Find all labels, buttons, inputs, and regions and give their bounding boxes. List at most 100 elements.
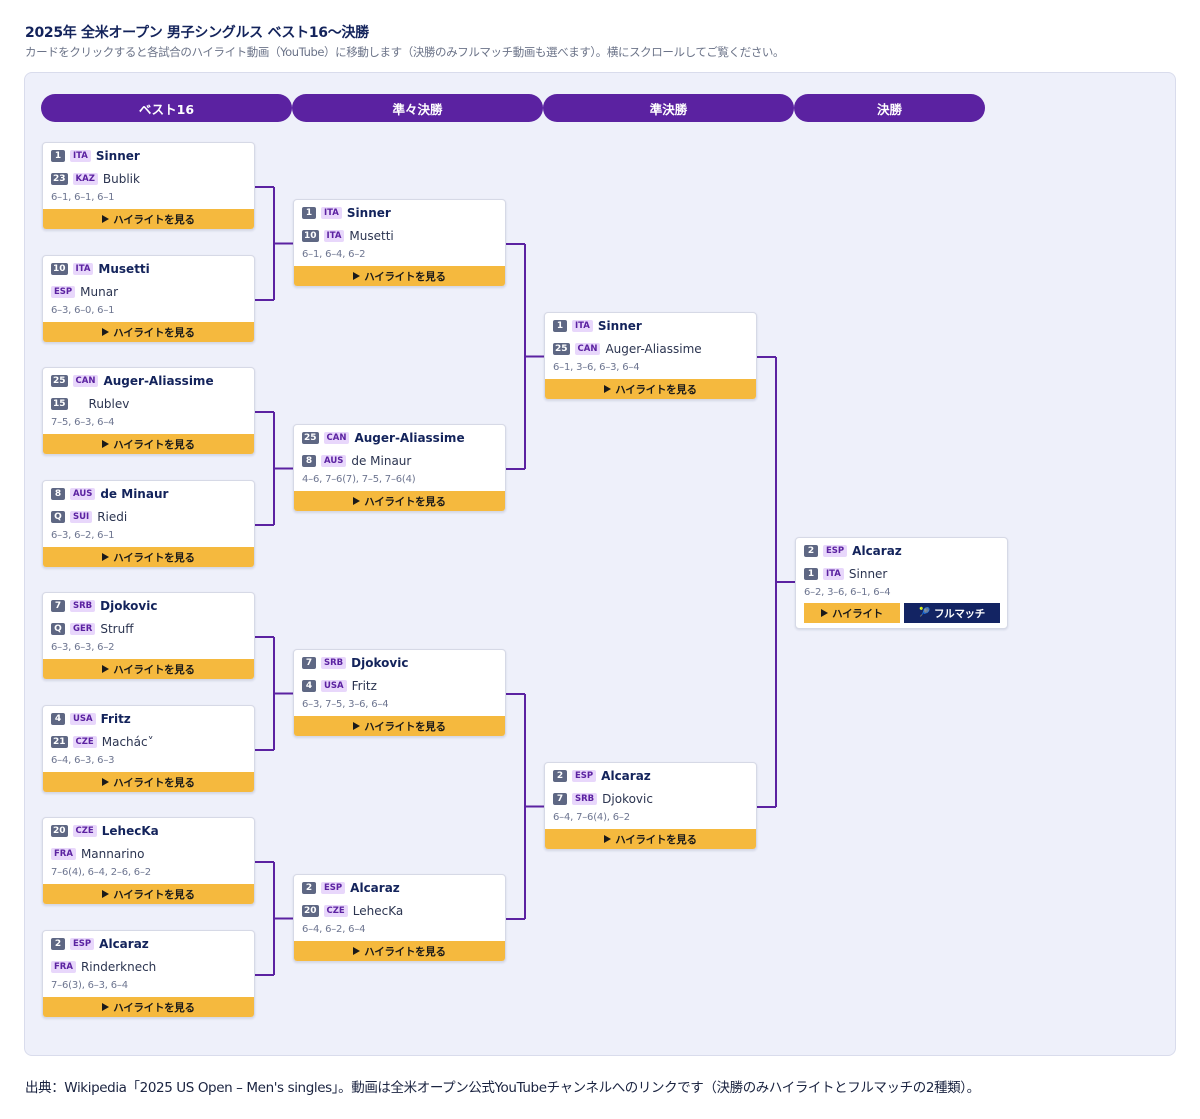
highlight-button[interactable]: ハイライトを見る <box>43 659 254 679</box>
seed-badge: 1 <box>51 150 65 162</box>
highlight-button[interactable]: ハイライトを見る <box>43 997 254 1017</box>
winner-name: Djokovic <box>351 656 409 670</box>
play-icon <box>353 947 361 955</box>
highlight-button[interactable]: ハイライトを見る <box>294 716 505 736</box>
seed-badge: 25 <box>553 343 570 355</box>
loser-row: 7 SRB Djokovic <box>553 791 653 807</box>
match-card-r16-7[interactable]: 20 CZE LehecKa FRA Mannarino 7–6(4), 6–4, 2–6… <box>42 817 255 905</box>
nation-badge: CZE <box>72 825 97 837</box>
loser-row: 21 CZE Machác˅ <box>51 734 154 750</box>
highlight-button[interactable]: ハイライトを見る <box>43 547 254 567</box>
seed-badge: 25 <box>302 432 319 444</box>
match-card-qf-3[interactable]: 7 SRB Djokovic 4 USA Fritz 6–3, 7–5, 3–6, 6–4 ハ… <box>293 649 506 737</box>
nation-badge: ITA <box>323 230 345 242</box>
match-card-r16-4[interactable]: 8 AUS de Minaur Q SUI Riedi 6–3, 6–2, 6–1 ハイライト… <box>42 480 255 568</box>
winner-row: 2 ESP Alcaraz <box>51 936 149 952</box>
winner-row: 2 ESP Alcaraz <box>804 543 902 559</box>
play-icon <box>353 722 361 730</box>
seed-badge: Q <box>51 623 65 635</box>
nation-badge: AUS <box>70 488 96 500</box>
highlight-button[interactable]: ハイライトを見る <box>43 434 254 454</box>
nation-badge: ESP <box>321 882 346 894</box>
winner-name: Auger-Aliassime <box>354 431 465 445</box>
seed-badge: 15 <box>51 398 68 410</box>
loser-row: 25 CAN Auger-Aliassime <box>553 341 702 357</box>
match-score: 6–1, 6–1, 6–1 <box>51 192 115 203</box>
final-highlight-label: ハイライト <box>832 607 883 620</box>
winner-row: 7 SRB Djokovic <box>51 598 157 614</box>
match-card-final-1[interactable]: 2 ESP Alcaraz 1 ITA Sinner 6–2, 3–6, 6–1, 6–4 ハ… <box>795 537 1008 629</box>
nation-badge: ITA <box>572 320 593 332</box>
winner-name: Auger-Aliassime <box>103 374 214 388</box>
highlight-button[interactable]: ハイライトを見る <box>43 209 254 229</box>
match-score: 6–1, 3–6, 6–3, 6–4 <box>553 362 640 373</box>
winner-name: Alcaraz <box>601 769 651 783</box>
match-card-qf-1[interactable]: 1 ITA Sinner 10 ITA Musetti 6–1, 6–4, 6–2 ハイライト… <box>293 199 506 287</box>
loser-name: Struff <box>100 622 134 636</box>
highlight-button[interactable]: ハイライトを見る <box>294 941 505 961</box>
highlight-button[interactable]: ハイライトを見る <box>545 829 756 849</box>
highlight-button[interactable]: ハイライトを見る <box>545 379 756 399</box>
play-icon <box>102 665 110 673</box>
nation-badge: CAN <box>72 375 99 387</box>
match-card-r16-5[interactable]: 7 SRB Djokovic Q GER Struff 6–3, 6–3, 6–2 ハイライト… <box>42 592 255 680</box>
nation-badge: ITA <box>321 207 342 219</box>
highlight-label: ハイライトを見る <box>113 551 195 564</box>
seed-badge: 2 <box>804 545 818 557</box>
nation-badge: CAN <box>323 432 350 444</box>
winner-row: 7 SRB Djokovic <box>302 655 408 671</box>
winner-row: 25 CAN Auger-Aliassime <box>51 373 214 389</box>
winner-name: Alcaraz <box>99 937 149 951</box>
loser-row: 10 ITA Musetti <box>302 228 394 244</box>
highlight-button[interactable]: ハイライトを見る <box>294 266 505 286</box>
seed-badge: 7 <box>51 600 65 612</box>
nation-badge: SRB <box>70 600 96 612</box>
winner-name: Sinner <box>597 319 642 333</box>
highlight-button[interactable]: ハイライトを見る <box>43 772 254 792</box>
nation-badge: SRB <box>321 657 347 669</box>
winner-name: Sinner <box>346 206 391 220</box>
match-card-r16-1[interactable]: 1 ITA Sinner 23 KAZ Bublik 6–1, 6–1, 6–1 ハイライトを… <box>42 142 255 230</box>
match-card-qf-2[interactable]: 25 CAN Auger-Aliassime 8 AUS de Minaur 4–6, 7–… <box>293 424 506 512</box>
full-match-button[interactable]: 🎾 フルマッチ <box>904 603 1000 623</box>
loser-name: Riedi <box>97 510 128 524</box>
match-card-r16-8[interactable]: 2 ESP Alcaraz FRA Rinderknech 7–6(3), 6–3, 6–… <box>42 930 255 1018</box>
match-score: 6–2, 3–6, 6–1, 6–4 <box>804 587 891 598</box>
play-icon <box>102 1003 110 1011</box>
nation-badge: SUI <box>70 511 93 523</box>
loser-row: 8 AUS de Minaur <box>302 453 411 469</box>
match-score: 6–3, 6–2, 6–1 <box>51 530 115 541</box>
highlight-button[interactable]: ハイライトを見る <box>43 322 254 342</box>
highlight-button[interactable]: ハイライトを見る <box>294 491 505 511</box>
final-highlight-button[interactable]: ハイライト <box>804 603 900 623</box>
match-card-sf-1[interactable]: 1 ITA Sinner 25 CAN Auger-Aliassime 6–1, 3–6, … <box>544 312 757 400</box>
nation-badge: KAZ <box>72 173 98 185</box>
source-footer: 出典：Wikipedia「2025 US Open – Men's single… <box>25 1080 980 1096</box>
match-card-r16-2[interactable]: 10 ITA Musetti ESP Munar 6–3, 6–0, 6–1 ハイライトを見… <box>42 255 255 343</box>
play-icon <box>102 440 110 448</box>
loser-name: Sinner <box>848 567 888 581</box>
nation-badge: ESP <box>823 545 848 557</box>
play-icon <box>604 835 612 843</box>
play-icon <box>102 890 110 898</box>
highlight-button[interactable]: ハイライトを見る <box>43 884 254 904</box>
nation-badge: GER <box>70 623 96 635</box>
highlight-label: ハイライトを見る <box>113 663 195 676</box>
match-card-r16-6[interactable]: 4 USA Fritz 21 CZE Machác˅ 6–4, 6–3, 6–3 ハイライトを… <box>42 705 255 793</box>
nation-badge: FRA <box>51 848 76 860</box>
play-icon <box>102 215 110 223</box>
final-buttons: ハイライト 🎾 フルマッチ <box>804 603 1000 623</box>
loser-name: Munar <box>80 285 119 299</box>
nation-badge: CZE <box>323 905 348 917</box>
match-card-r16-3[interactable]: 25 CAN Auger-Aliassime 15 Rublev 7–5, 6–3, 6–… <box>42 367 255 455</box>
highlight-label: ハイライトを見る <box>113 776 195 789</box>
loser-name: Fritz <box>351 679 377 693</box>
loser-row: FRA Rinderknech <box>51 959 156 975</box>
highlight-label: ハイライトを見る <box>615 383 697 396</box>
match-card-qf-4[interactable]: 2 ESP Alcaraz 20 CZE LehecKa 6–4, 6–2, 6–4 ハイライ… <box>293 874 506 962</box>
match-score: 6–3, 7–5, 3–6, 6–4 <box>302 699 389 710</box>
highlight-label: ハイライトを見る <box>364 945 446 958</box>
loser-name: Musetti <box>349 229 394 243</box>
match-card-sf-2[interactable]: 2 ESP Alcaraz 7 SRB Djokovic 6–4, 7–6(4), 6–2 ハ… <box>544 762 757 850</box>
winner-name: Sinner <box>95 149 140 163</box>
